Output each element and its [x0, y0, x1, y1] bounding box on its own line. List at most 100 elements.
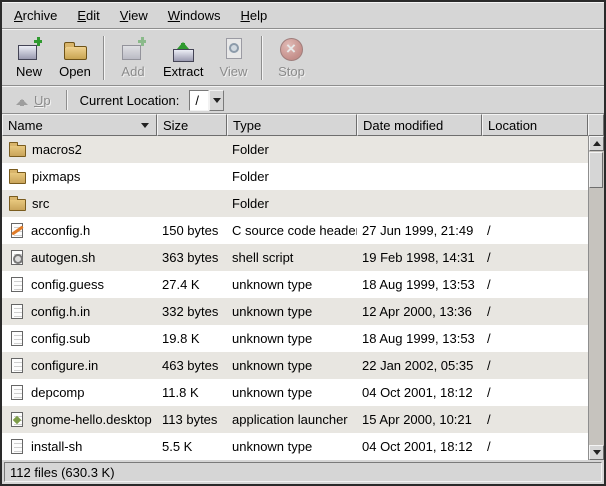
text-file-icon — [11, 331, 23, 346]
stop-button-label: Stop — [278, 64, 305, 79]
file-type: unknown type — [227, 331, 357, 346]
view-button-label: View — [219, 64, 247, 79]
toolbar: New Open Add Extract View Stop — [2, 29, 604, 86]
file-type: unknown type — [227, 439, 357, 454]
file-row[interactable]: acconfig.h 150 bytes C source code heade… — [2, 217, 588, 244]
file-row[interactable]: configure.in 463 bytes unknown type 22 J… — [2, 352, 588, 379]
file-name: macros2 — [32, 142, 82, 157]
scroll-down-button[interactable] — [589, 445, 604, 460]
location-combo-button[interactable] — [209, 90, 224, 111]
column-header-name-label: Name — [8, 118, 43, 133]
file-row[interactable]: gnome-hello.desktop 113 bytes applicatio… — [2, 406, 588, 433]
new-button-label: New — [16, 64, 42, 79]
menu-edit[interactable]: Edit — [67, 3, 109, 28]
file-date: 04 Oct 2001, 18:12 — [357, 439, 482, 454]
menu-archive[interactable]: Archive — [4, 3, 67, 28]
file-type: C source code header — [227, 223, 357, 238]
new-button[interactable]: New — [6, 33, 52, 82]
scrollbar-thumb[interactable] — [589, 152, 603, 188]
file-size: 150 bytes — [157, 223, 227, 238]
file-name: config.h.in — [31, 304, 90, 319]
open-button-label: Open — [59, 64, 91, 79]
toolbar-separator — [103, 36, 105, 80]
menu-view[interactable]: View — [110, 3, 158, 28]
menu-help-label: H — [240, 8, 249, 23]
file-type: unknown type — [227, 358, 357, 373]
text-file-icon — [11, 304, 23, 319]
file-size: 363 bytes — [157, 250, 227, 265]
extract-button[interactable]: Extract — [156, 33, 210, 82]
location-combo[interactable]: / — [189, 90, 224, 111]
file-type: Folder — [227, 169, 357, 184]
status-box: 112 files (630.3 K) — [4, 462, 602, 482]
file-row[interactable]: macros2 Folder — [2, 136, 588, 163]
menu-archive-label: A — [14, 8, 23, 23]
view-file-icon — [220, 36, 246, 62]
archive-manager-window: Archive Edit View Windows Help New Open … — [0, 0, 606, 486]
location-bar: Up Current Location: / — [2, 86, 604, 114]
toolbar-separator — [261, 36, 263, 80]
file-row[interactable]: src Folder — [2, 190, 588, 217]
location-combo-value: / — [189, 90, 209, 111]
file-name: config.guess — [31, 277, 104, 292]
folder-icon — [9, 145, 26, 157]
column-header-size[interactable]: Size — [157, 114, 227, 136]
view-button[interactable]: View — [210, 33, 256, 82]
add-button[interactable]: Add — [110, 33, 156, 82]
file-date: 04 Oct 2001, 18:12 — [357, 385, 482, 400]
file-row[interactable]: pixmaps Folder — [2, 163, 588, 190]
file-name: depcomp — [31, 385, 84, 400]
menu-windows-label: W — [168, 8, 180, 23]
menu-windows[interactable]: Windows — [158, 3, 231, 28]
vertical-scrollbar[interactable] — [588, 136, 604, 460]
status-bar: 112 files (630.3 K) — [2, 460, 604, 484]
up-button[interactable]: Up — [6, 90, 60, 111]
file-row[interactable]: config.h.in 332 bytes unknown type 12 Ap… — [2, 298, 588, 325]
text-file-icon — [11, 385, 23, 400]
file-date: 18 Aug 1999, 13:53 — [357, 331, 482, 346]
scroll-up-button[interactable] — [589, 136, 604, 151]
up-arrow-icon — [15, 93, 29, 107]
file-row[interactable]: config.guess 27.4 K unknown type 18 Aug … — [2, 271, 588, 298]
open-button[interactable]: Open — [52, 33, 98, 82]
script-file-icon — [11, 250, 23, 265]
location-separator — [66, 90, 68, 110]
file-date: 27 Jun 1999, 21:49 — [357, 223, 482, 238]
file-row[interactable]: depcomp 11.8 K unknown type 04 Oct 2001,… — [2, 379, 588, 406]
file-type: application launcher — [227, 412, 357, 427]
extract-button-label: Extract — [163, 64, 203, 79]
sort-indicator[interactable] — [139, 118, 151, 132]
launcher-file-icon — [11, 412, 23, 427]
column-header-location[interactable]: Location — [482, 114, 588, 136]
scrollbar-trough[interactable] — [589, 151, 604, 445]
menu-edit-label: E — [77, 8, 86, 23]
file-date: 12 Apr 2000, 13:36 — [357, 304, 482, 319]
file-location: / — [482, 358, 588, 373]
menu-view-label: V — [120, 8, 128, 23]
file-row[interactable]: autogen.sh 363 bytes shell script 19 Feb… — [2, 244, 588, 271]
column-header-date-modified[interactable]: Date modified — [357, 114, 482, 136]
file-name: configure.in — [31, 358, 98, 373]
file-name: autogen.sh — [31, 250, 95, 265]
file-row[interactable]: install-sh 5.5 K unknown type 04 Oct 200… — [2, 433, 588, 460]
file-type: shell script — [227, 250, 357, 265]
file-list-area: macros2 Folder pixmaps Folder src Folder — [2, 136, 604, 460]
file-size: 113 bytes — [157, 412, 227, 427]
table-header: Name Size Type Date modified Location — [2, 114, 604, 136]
file-date: 19 Feb 1998, 14:31 — [357, 250, 482, 265]
stop-button[interactable]: Stop — [268, 33, 314, 82]
stop-icon — [278, 36, 304, 62]
file-size: 27.4 K — [157, 277, 227, 292]
column-header-type[interactable]: Type — [227, 114, 357, 136]
up-button-label: Up — [34, 93, 51, 108]
file-name: src — [32, 196, 49, 211]
open-archive-icon — [62, 36, 88, 62]
file-name: install-sh — [31, 439, 82, 454]
file-row[interactable]: config.sub 19.8 K unknown type 18 Aug 19… — [2, 325, 588, 352]
menubar: Archive Edit View Windows Help — [2, 2, 604, 29]
menu-help[interactable]: Help — [230, 3, 277, 28]
file-type: Folder — [227, 142, 357, 157]
file-name: pixmaps — [32, 169, 80, 184]
file-type: unknown type — [227, 277, 357, 292]
column-header-name[interactable]: Name — [2, 114, 157, 136]
